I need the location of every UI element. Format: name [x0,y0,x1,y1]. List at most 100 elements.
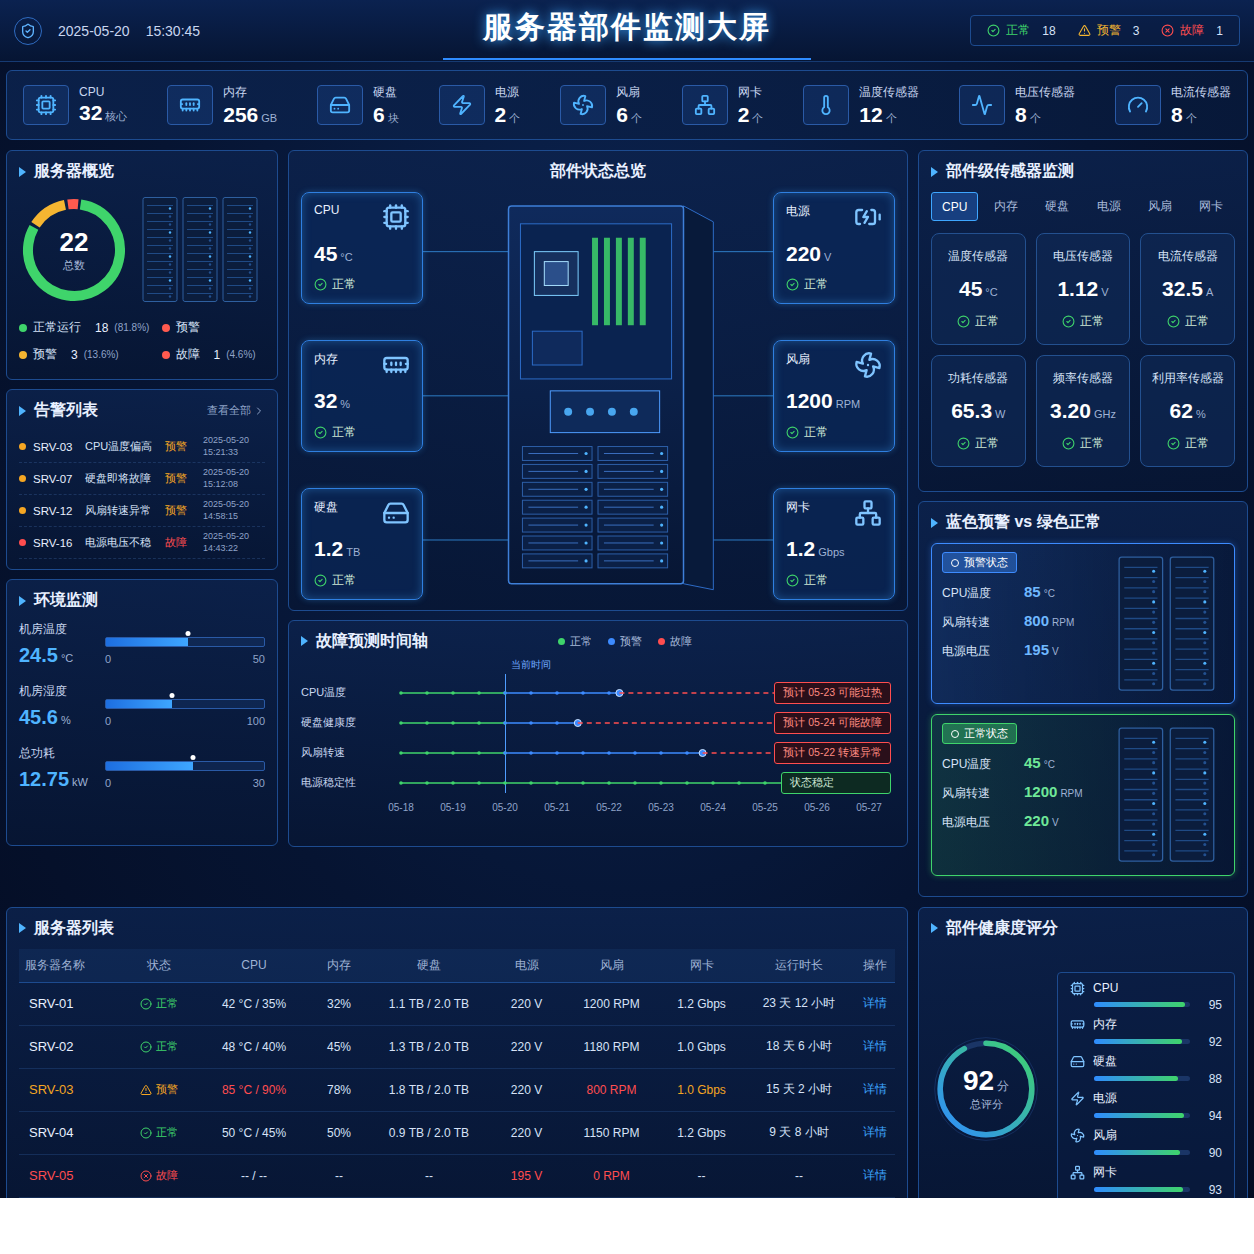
card-unit: RPM [836,398,860,410]
health-item-label: 风扇 [1070,1127,1222,1144]
view-all-link[interactable]: 查看全部 [207,403,265,418]
table-cell: 0 RPM [564,1169,659,1183]
table-cell: -- [309,1169,369,1183]
stat-unit: 核心 [105,110,127,122]
sensor-unit: GHz [1094,408,1116,420]
thermometer-icon [815,94,837,116]
health-item: 网卡93 [1070,1164,1222,1197]
sensor-card[interactable]: 温度传感器45°C正常 [931,233,1026,345]
stat-item: 网卡2个 [682,84,764,127]
column-header: 服务器名称 [19,957,119,974]
alarm-row[interactable]: SRV-07硬盘即将故障预警2025-05-2015:12:08 [19,463,265,495]
sensor-card[interactable]: 功耗传感器65.3W正常 [931,355,1026,467]
timeline-segment [578,722,791,723]
legend-percent: (13.6%) [84,349,119,360]
state-badge: 正常状态 [942,723,1017,744]
sensor-label: 利用率传感器 [1152,370,1224,387]
table-cell: 18 天 6 小时 [744,1038,854,1055]
details-link[interactable]: 详情 [854,1038,895,1055]
tab[interactable]: CPU [931,192,978,221]
component-card[interactable]: 风扇1200RPM正常 [773,340,895,452]
column-header: 内存 [309,957,369,974]
table-cell: -- [369,1169,489,1183]
alarm-time: 2025-05-2015:21:33 [203,435,265,458]
prediction-tag: 预计 05-22 转速异常 [774,742,891,764]
alarm-date: 2025-05-20 [203,435,265,446]
sensor-status: 正常 [1167,313,1209,330]
bar-track [105,699,265,709]
donut-center: 22总数 [19,195,129,305]
alarm-dot [19,443,26,450]
compare-value: 1200RPM [1024,783,1114,800]
alarm-dot [19,507,26,514]
alarm-message: 风扇转速异常 [85,503,159,518]
component-card[interactable]: 内存32%正常 [301,340,423,452]
details-link[interactable]: 详情 [854,1081,895,1098]
health-bar-track [1094,1187,1190,1192]
bar-marker [170,693,175,698]
alarm-dot [19,475,26,482]
timeline-segment [503,689,623,696]
scale-max: 30 [253,777,265,789]
normal-status-icon [140,1127,152,1139]
tab[interactable]: 内存 [982,192,1029,221]
compare-unit: V [1052,646,1059,657]
bar-marker [190,755,195,760]
table-row[interactable]: SRV-02正常48 °C / 40%45%1.3 TB / 2.0 TB220… [19,1026,895,1069]
tab[interactable]: 网卡 [1188,192,1235,221]
stat-text: 电流传感器8个 [1171,84,1231,127]
warning-state-card: 预警状态CPU温度85°C风扇转速800RPM电源电压195V [931,543,1235,704]
health-bar-fill [1094,1076,1178,1081]
timeline-plot: 当前时间预计 05-23 可能过热预计 05-24 可能故障预计 05-22 转… [375,658,895,813]
details-link[interactable]: 详情 [854,995,895,1012]
server-rack-image [1114,723,1224,866]
sensor-unit: V [1101,286,1108,298]
sensor-card[interactable]: 电压传感器1.12V正常 [1036,233,1131,345]
timeline-segment [503,719,581,726]
component-card[interactable]: 电源220V正常 [773,192,895,304]
health-item: 内存 92 [1070,1016,1222,1049]
sensor-card[interactable]: 利用率传感器62%正常 [1140,355,1235,467]
server-status: 正常 [119,1039,199,1054]
server-status: 正常 [119,1125,199,1140]
sensor-status: 正常 [1167,435,1209,452]
alarm-row[interactable]: SRV-12风扇转速异常预警2025-05-2014:58:15 [19,495,265,527]
environment-unit: °C [61,652,73,664]
memory-icon [179,94,201,116]
component-card[interactable]: CPU45°C正常 [301,192,423,304]
card-value: 220V [786,242,882,266]
server-name: SRV-04 [19,1125,119,1140]
title-marker-icon [931,518,938,528]
sensor-card[interactable]: 电流传感器32.5A正常 [1140,233,1235,345]
check-icon [314,278,327,291]
sensor-card[interactable]: 频率传感器3.20GHz正常 [1036,355,1131,467]
compare-unit: RPM [1060,788,1082,799]
health-item-label: 内存 [1070,1016,1222,1033]
health-score: 92 [1202,1035,1222,1049]
component-card[interactable]: 硬盘1.2TB正常 [301,488,423,600]
health-bar-track [1094,1039,1190,1044]
timeline-row: 预计 05-23 可能过热 [375,678,895,708]
alarm-row[interactable]: SRV-03CPU温度偏高预警2025-05-2015:21:33 [19,431,265,463]
tab[interactable]: 风扇 [1136,192,1183,221]
stat-value: 8个 [1171,103,1231,127]
server-status: 故障 [119,1168,199,1183]
tab[interactable]: 硬盘 [1034,192,1081,221]
axis-tick: 05-18 [375,802,427,813]
stat-item: 内存256GB [167,84,277,127]
alarm-date: 2025-05-20 [203,499,265,510]
component-card[interactable]: 网卡1.2Gbps正常 [773,488,895,600]
tab[interactable]: 电源 [1085,192,1132,221]
environment-text: 机房温度24.5°C [19,621,99,667]
scale-min: 0 [105,777,111,789]
table-row[interactable]: SRV-01正常42 °C / 35%32%1.1 TB / 2.0 TB220… [19,983,895,1026]
sensor-label: 功耗传感器 [948,370,1008,387]
stat-value: 32核心 [79,101,127,125]
table-row[interactable]: SRV-03预警85 °C / 90%78%1.8 TB / 2.0 TB220… [19,1069,895,1112]
details-link[interactable]: 详情 [854,1124,895,1141]
details-link[interactable]: 详情 [854,1167,895,1184]
table-row[interactable]: SRV-04正常50 °C / 45%50%0.9 TB / 2.0 TB220… [19,1112,895,1155]
stat-item: 电源2个 [439,84,521,127]
alarm-row[interactable]: SRV-16电源电压不稳故障2025-05-2014:43:22 [19,527,265,559]
table-row[interactable]: SRV-05故障-- / ------195 V0 RPM----详情 [19,1155,895,1198]
